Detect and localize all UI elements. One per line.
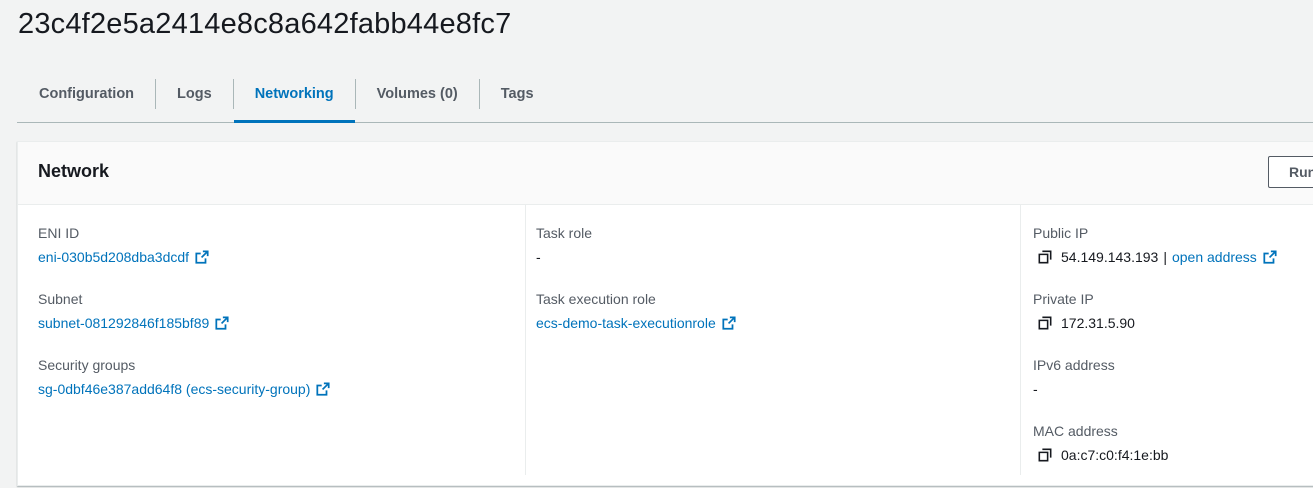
private-ip-value: 172.31.5.90 — [1061, 315, 1135, 331]
open-address-link[interactable]: open address — [1172, 248, 1257, 266]
eni-id-link[interactable]: eni-030b5d208dba3dcdf — [38, 248, 189, 266]
task-execution-role-label: Task execution role — [536, 291, 656, 307]
run-button[interactable]: Run — [1268, 156, 1313, 188]
security-group-link[interactable]: sg-0dbf46e387add64f8 (ecs-security-group… — [38, 380, 310, 398]
tab-logs[interactable]: Logs — [156, 66, 233, 122]
external-link-icon[interactable] — [195, 250, 209, 264]
task-execution-role-field: Task execution role ecs-demo-task-execut… — [536, 290, 1020, 356]
tab-volumes[interactable]: Volumes (0) — [356, 66, 479, 122]
eni-id-field: ENI ID eni-030b5d208dba3dcdf — [38, 224, 524, 290]
external-link-icon[interactable] — [722, 316, 736, 330]
public-ip-field: Public IP 54.149.143.193 | open address — [1033, 224, 1313, 290]
tab-configuration[interactable]: Configuration — [17, 66, 155, 122]
mac-address-value: 0a:c7:c0:f4:1e:bb — [1061, 447, 1169, 463]
subnet-field: Subnet subnet-081292846f185bf89 — [38, 290, 524, 356]
ipv6-address-field: IPv6 address - — [1033, 356, 1313, 422]
ipv6-address-value: - — [1033, 381, 1038, 397]
public-ip-label: Public IP — [1033, 225, 1089, 241]
network-column-2: Task role - Task execution role ecs-demo… — [525, 205, 1020, 475]
task-role-value: - — [536, 249, 541, 265]
tab-networking[interactable]: Networking — [233, 66, 355, 123]
public-ip-value: 54.149.143.193 — [1061, 249, 1159, 265]
external-link-icon[interactable] — [1263, 250, 1277, 264]
external-link-icon[interactable] — [316, 382, 330, 396]
network-panel-header: Network Run — [18, 142, 1313, 205]
security-groups-label: Security groups — [38, 357, 136, 373]
eni-id-label: ENI ID — [38, 225, 80, 241]
network-details: ENI ID eni-030b5d208dba3dcdf Subnet subn… — [18, 205, 1313, 485]
ipv6-address-label: IPv6 address — [1033, 357, 1115, 373]
private-ip-field: Private IP 172.31.5.90 — [1033, 290, 1313, 356]
network-panel-title: Network — [38, 161, 110, 181]
network-panel: Network Run ENI ID eni-030b5d208dba3dcdf… — [17, 141, 1313, 486]
copy-icon[interactable] — [1038, 448, 1052, 462]
copy-icon[interactable] — [1038, 316, 1052, 330]
page-title: 23c4f2e5a2414e8c8a642fabb44e8fc7 — [18, 8, 512, 40]
tab-tags[interactable]: Tags — [480, 66, 555, 122]
mac-address-field: MAC address 0a:c7:c0:f4:1e:bb — [1033, 422, 1313, 488]
mac-address-label: MAC address — [1033, 423, 1118, 439]
task-role-label: Task role — [536, 225, 593, 241]
task-execution-role-link[interactable]: ecs-demo-task-executionrole — [536, 314, 716, 332]
value-separator: | — [1163, 249, 1167, 265]
subnet-label: Subnet — [38, 291, 83, 307]
tab-bar: Configuration Logs Networking Volumes (0… — [17, 66, 1313, 123]
security-groups-field: Security groups sg-0dbf46e387add64f8 (ec… — [38, 356, 524, 422]
copy-icon[interactable] — [1038, 250, 1052, 264]
private-ip-label: Private IP — [1033, 291, 1094, 307]
subnet-link[interactable]: subnet-081292846f185bf89 — [38, 314, 209, 332]
network-column-3: Public IP 54.149.143.193 | open address … — [1020, 205, 1313, 475]
network-column-1: ENI ID eni-030b5d208dba3dcdf Subnet subn… — [38, 205, 524, 475]
external-link-icon[interactable] — [215, 316, 229, 330]
task-role-field: Task role - — [536, 224, 1020, 290]
